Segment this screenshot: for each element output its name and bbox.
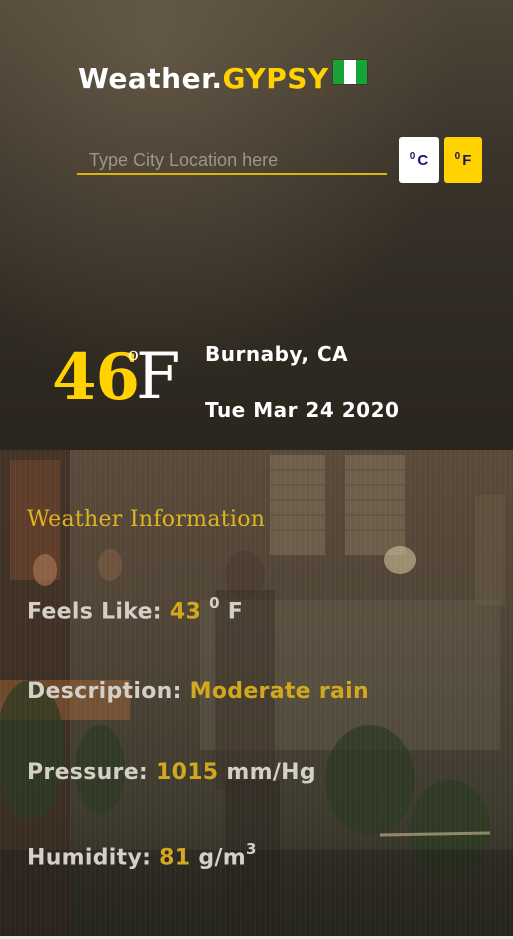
pressure-unit: mm/Hg bbox=[226, 760, 316, 785]
description-value: Moderate rain bbox=[189, 679, 369, 704]
nigeria-flag-icon bbox=[332, 59, 368, 85]
celsius-label: C bbox=[417, 151, 429, 169]
weather-info-section: Weather Information Feels Like: 43 0 F D… bbox=[0, 450, 513, 936]
description-label: Description: bbox=[27, 679, 182, 704]
city-search-input[interactable] bbox=[77, 148, 387, 175]
temperature-unit: F bbox=[136, 340, 181, 414]
brand-main-text: Weather. bbox=[78, 62, 223, 95]
pressure-label: Pressure: bbox=[27, 760, 149, 785]
location-label: Burnaby, CA bbox=[205, 342, 349, 366]
humidity-unit: g/m bbox=[198, 845, 246, 871]
feels-like-degree-sup: 0 bbox=[209, 594, 220, 612]
feels-like-value: 43 bbox=[169, 599, 202, 625]
celsius-button[interactable]: 0C bbox=[399, 137, 439, 183]
feels-like-label: Feels Like: bbox=[27, 599, 162, 625]
pressure-value: 1015 bbox=[155, 760, 219, 785]
feels-like-row: Feels Like: 43 0 F bbox=[27, 594, 244, 625]
date-label: Tue Mar 24 2020 bbox=[205, 398, 400, 422]
celsius-degree-sup: 0 bbox=[409, 150, 416, 162]
feels-like-unit: F bbox=[227, 599, 244, 625]
humidity-unit-sup: 3 bbox=[245, 840, 257, 858]
fahrenheit-degree-sup: 0 bbox=[454, 150, 461, 162]
fahrenheit-label: F bbox=[462, 151, 472, 169]
app-logo: Weather.GYPSY bbox=[78, 62, 329, 95]
humidity-value: 81 bbox=[159, 845, 191, 871]
header-section: Weather.GYPSY 0C 0F 46 o F Burnaby, CA T… bbox=[0, 0, 513, 450]
brand-accent-text: GYPSY bbox=[222, 62, 329, 95]
current-temperature: 46 o F bbox=[52, 340, 180, 420]
fahrenheit-button[interactable]: 0F bbox=[444, 137, 482, 183]
weather-info-title: Weather Information bbox=[27, 507, 266, 532]
humidity-label: Humidity: bbox=[27, 845, 152, 871]
temperature-value: 46 bbox=[52, 340, 140, 415]
humidity-row: Humidity: 81 g/m3 bbox=[27, 840, 257, 871]
description-row: Description: Moderate rain bbox=[27, 679, 369, 704]
pressure-row: Pressure: 1015 mm/Hg bbox=[27, 760, 316, 785]
